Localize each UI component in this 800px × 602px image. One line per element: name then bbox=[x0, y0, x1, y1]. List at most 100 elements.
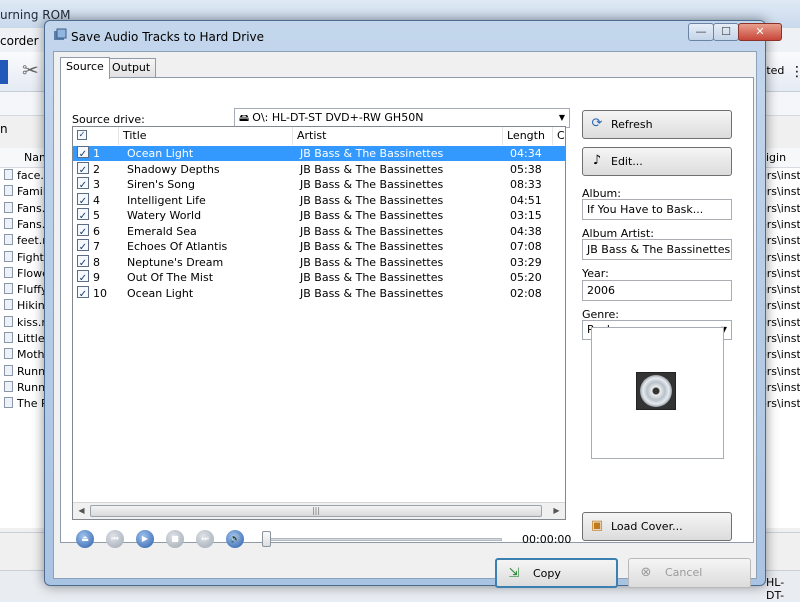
track-row[interactable]: ✓ 3 Siren's Song JB Bass & The Bassinettes 0… bbox=[73, 177, 565, 192]
load-image-icon: ▣ bbox=[590, 518, 604, 533]
background-file-origin: ers\inst bbox=[760, 201, 800, 215]
track-number: 2 bbox=[93, 162, 100, 176]
track-length: 05:20 bbox=[510, 271, 542, 284]
source-drive-value: O\: HL-DT-ST DVD+-RW GH50N bbox=[252, 111, 424, 124]
header-title[interactable]: Title bbox=[119, 127, 293, 145]
save-audio-tracks-dialog: Save Audio Tracks to Hard Drive — ☐ ✕ So… bbox=[44, 20, 782, 588]
tab-output[interactable]: Output bbox=[106, 58, 157, 78]
header-extra[interactable]: C bbox=[553, 127, 565, 145]
track-artist: JB Bass & The Bassinettes bbox=[300, 224, 444, 238]
minimize-button[interactable]: — bbox=[688, 23, 714, 41]
background-menu-item[interactable]: corder bbox=[0, 34, 39, 48]
track-number: 5 bbox=[93, 209, 100, 222]
album-cover-preview bbox=[591, 327, 724, 459]
scrollbar-thumb[interactable]: ||| bbox=[90, 505, 542, 517]
track-artist: JB Bass & The Bassinettes bbox=[300, 240, 444, 253]
refresh-label: Refresh bbox=[611, 118, 653, 131]
tab-source[interactable]: Source bbox=[60, 57, 110, 79]
previous-icon[interactable]: ⏮ bbox=[106, 530, 124, 548]
track-artist: JB Bass & The Bassinettes bbox=[300, 178, 444, 191]
copy-label: Copy bbox=[533, 567, 561, 580]
cd-icon bbox=[636, 372, 676, 410]
background-file-item[interactable]: Fans.r bbox=[4, 217, 50, 234]
track-title: Emerald Sea bbox=[127, 224, 197, 238]
background-file-item[interactable]: feet.n bbox=[4, 234, 49, 250]
track-row[interactable]: ✓ 10 Ocean Light JB Bass & The Bassinettes 0… bbox=[73, 285, 565, 301]
track-number: 4 bbox=[93, 193, 100, 207]
background-file-item[interactable]: The R bbox=[4, 397, 49, 413]
track-artist: JB Bass & The Bassinettes bbox=[300, 162, 444, 176]
background-file-item[interactable]: Runni bbox=[4, 364, 48, 381]
track-title: Intelligent Life bbox=[127, 193, 206, 207]
select-all-checkbox[interactable]: ✓ bbox=[77, 130, 87, 140]
track-row[interactable]: ✓ 7 Echoes Of Atlantis JB Bass & The Bassin… bbox=[73, 239, 565, 254]
source-drive-select[interactable]: 🖴 O\: HL-DT-ST DVD+-RW GH50N ▼ bbox=[234, 108, 570, 128]
track-checkbox[interactable]: ✓ bbox=[77, 192, 89, 207]
edit-button[interactable]: ♪ Edit... bbox=[582, 147, 732, 176]
horizontal-scrollbar[interactable]: ◀ ||| ▶ bbox=[73, 502, 565, 519]
background-file-origin: ers\inst bbox=[760, 380, 800, 394]
chevron-down-icon: ▼ bbox=[558, 113, 565, 122]
track-row[interactable]: ✓ 5 Watery World JB Bass & The Bassinettes 0… bbox=[73, 208, 565, 223]
play-icon[interactable]: ▶ bbox=[136, 530, 154, 548]
cancel-button[interactable]: ⊗ Cancel bbox=[628, 558, 751, 588]
header-artist[interactable]: Artist bbox=[293, 127, 503, 145]
track-row[interactable]: ✓ 4 Intelligent Life JB Bass & The Bassinet… bbox=[73, 192, 565, 208]
year-field[interactable]: 2006 bbox=[582, 280, 732, 301]
track-checkbox[interactable]: ✓ bbox=[77, 177, 89, 191]
header-check-column[interactable]: ✓ bbox=[73, 127, 119, 145]
eject-icon[interactable]: ⏏ bbox=[76, 530, 94, 548]
seek-slider-thumb[interactable] bbox=[262, 531, 271, 547]
refresh-button[interactable]: ⟳ Refresh bbox=[582, 110, 732, 139]
audio-file-icon bbox=[4, 217, 13, 229]
track-row[interactable]: ✓ 8 Neptune's Dream JB Bass & The Bassinett… bbox=[73, 254, 565, 270]
background-file-item[interactable]: Famil bbox=[4, 185, 46, 201]
close-button[interactable]: ✕ bbox=[738, 23, 782, 41]
stop-icon[interactable]: ■ bbox=[166, 530, 184, 548]
audio-file-icon bbox=[4, 348, 13, 360]
background-file-item[interactable]: Little bbox=[4, 332, 45, 348]
track-row[interactable]: ✓ 6 Emerald Sea JB Bass & The Bassinettes 04… bbox=[73, 223, 565, 239]
next-icon[interactable]: ⏭ bbox=[196, 530, 214, 548]
background-file-item[interactable]: Runni bbox=[4, 380, 48, 397]
scroll-right-icon[interactable]: ▶ bbox=[548, 503, 565, 519]
audio-file-icon bbox=[4, 283, 13, 295]
toolbar-overflow-icon[interactable]: ⋮ bbox=[790, 64, 800, 80]
volume-icon[interactable]: 🔊 bbox=[226, 530, 244, 548]
background-file-item[interactable]: face.r bbox=[4, 169, 48, 185]
background-tool-icon[interactable] bbox=[0, 60, 8, 84]
background-file-origin: ers\inst bbox=[760, 348, 800, 362]
background-file-item[interactable]: Hikin bbox=[4, 299, 45, 315]
track-checkbox[interactable]: ✓ bbox=[77, 254, 89, 269]
background-column-origin[interactable]: igin bbox=[766, 151, 786, 164]
track-checkbox[interactable]: ✓ bbox=[77, 223, 89, 238]
background-file-item[interactable]: Fans.r bbox=[4, 201, 50, 218]
scroll-left-icon[interactable]: ◀ bbox=[73, 503, 90, 519]
background-file-item[interactable]: Fluffy bbox=[4, 283, 47, 299]
track-row[interactable]: ✓ 1 Ocean Light JB Bass & The Bassinettes 04… bbox=[73, 146, 565, 161]
copy-button[interactable]: ⇲ Copy bbox=[495, 558, 618, 588]
load-cover-button[interactable]: ▣ Load Cover... bbox=[582, 512, 732, 541]
album-artist-field[interactable]: JB Bass & The Bassinettes bbox=[582, 239, 732, 260]
album-field[interactable]: If You Have to Bask... bbox=[582, 199, 732, 220]
maximize-button[interactable]: ☐ bbox=[713, 23, 739, 41]
music-note-icon: ♪ bbox=[592, 153, 602, 168]
track-length: 03:29 bbox=[510, 255, 542, 269]
header-length[interactable]: Length bbox=[503, 127, 553, 145]
track-checkbox[interactable]: ✓ bbox=[77, 270, 89, 284]
track-checkbox[interactable]: ✓ bbox=[77, 285, 89, 300]
audio-file-icon bbox=[4, 380, 13, 392]
track-checkbox[interactable]: ✓ bbox=[77, 239, 89, 253]
track-checkbox[interactable]: ✓ bbox=[77, 146, 89, 160]
seek-slider-track[interactable] bbox=[266, 538, 502, 541]
track-row[interactable]: ✓ 9 Out Of The Mist JB Bass & The Bassinett… bbox=[73, 270, 565, 285]
scissors-icon[interactable]: ✂ bbox=[22, 58, 39, 82]
background-breadcrumb-text: n bbox=[0, 122, 8, 136]
track-checkbox[interactable]: ✓ bbox=[77, 208, 89, 222]
track-checkbox[interactable]: ✓ bbox=[77, 161, 89, 176]
track-title: Ocean Light bbox=[127, 286, 194, 300]
track-row[interactable]: ✓ 2 Shadowy Depths JB Bass & The Bassinette… bbox=[73, 161, 565, 177]
tracks-table[interactable]: ✓ Title Artist Length C ✓ 1 Ocean Light JB … bbox=[72, 126, 566, 520]
background-file-item[interactable]: Flowe bbox=[4, 266, 49, 283]
track-title: Neptune's Dream bbox=[127, 255, 224, 269]
